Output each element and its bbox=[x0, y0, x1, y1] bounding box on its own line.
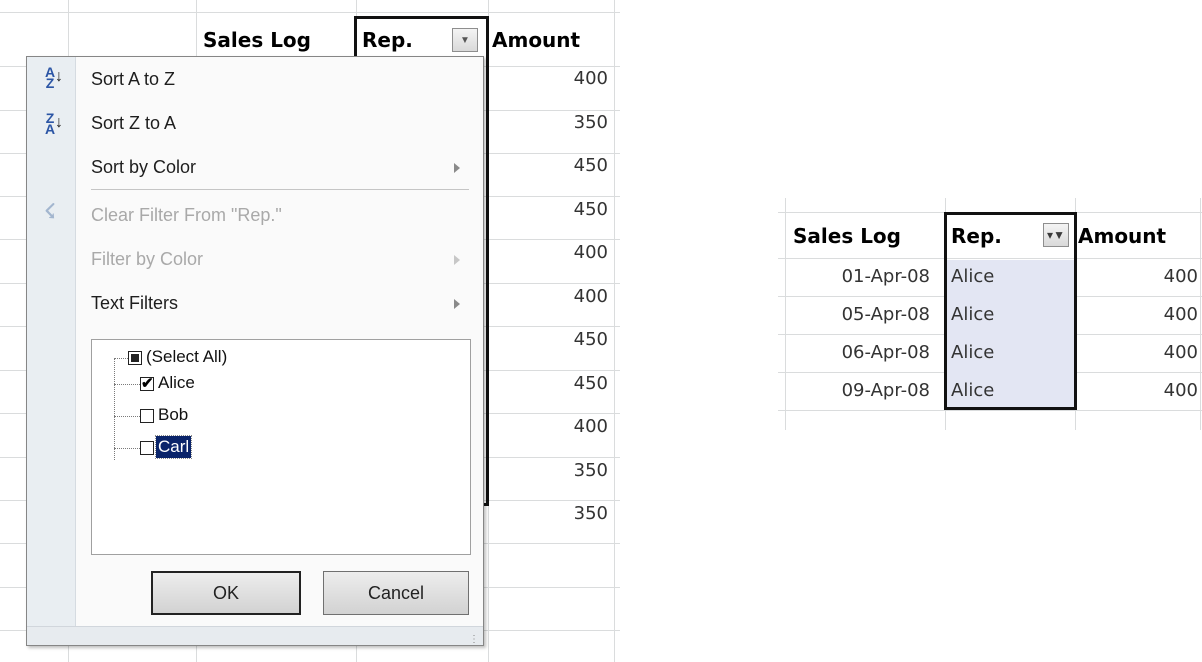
tree-connector bbox=[114, 448, 140, 449]
partial-check-mark bbox=[131, 354, 139, 362]
amount-cell[interactable]: 400 bbox=[1138, 304, 1198, 325]
amount-cell[interactable]: 400 bbox=[1138, 342, 1198, 363]
grid-line bbox=[1200, 198, 1201, 430]
header-amount: Amount bbox=[1078, 224, 1167, 248]
sort-by-color-item[interactable]: Sort by Color bbox=[91, 157, 196, 178]
amount-cell[interactable]: 400 bbox=[1138, 266, 1198, 287]
checkmark-icon: ✔ bbox=[141, 375, 154, 392]
sort-z-to-a-item[interactable]: Sort Z to A bbox=[91, 113, 176, 134]
amount-cell[interactable]: 400 bbox=[1138, 380, 1198, 401]
amount-cell[interactable]: 450 bbox=[538, 155, 608, 176]
tree-connector bbox=[114, 358, 128, 359]
amount-cell[interactable]: 350 bbox=[538, 503, 608, 524]
autofilter-menu: A Z ↓ Z A ↓ ☇ Sort A to Z Sort Z to A Sort b… bbox=[26, 56, 484, 646]
sort-a-to-z-item[interactable]: Sort A to Z bbox=[91, 69, 175, 90]
select-all-checkbox[interactable] bbox=[128, 351, 142, 365]
tree-connector bbox=[114, 416, 140, 417]
clear-filter-icon: ☇ bbox=[44, 201, 56, 223]
tree-connector bbox=[114, 358, 115, 460]
menu-resize-bar: ⋮ bbox=[27, 626, 483, 645]
sort-descending-icon: Z A ↓ bbox=[44, 110, 63, 137]
filter-by-color-item[interactable]: Filter by Color bbox=[91, 249, 203, 270]
header-rep: Rep. bbox=[951, 224, 1002, 248]
menu-icon-gutter bbox=[27, 57, 76, 629]
cancel-button[interactable]: Cancel bbox=[323, 571, 469, 615]
amount-cell[interactable]: 400 bbox=[538, 286, 608, 307]
tree-connector bbox=[114, 384, 140, 385]
menu-separator bbox=[91, 189, 469, 190]
rep-cell[interactable]: Alice bbox=[951, 304, 994, 325]
bob-label: Bob bbox=[158, 405, 189, 424]
carl-checkbox[interactable] bbox=[140, 441, 154, 455]
grid-line bbox=[778, 410, 1202, 411]
header-sales-log: Sales Log bbox=[793, 224, 901, 248]
rep-cell[interactable]: Alice bbox=[951, 380, 994, 401]
amount-cell[interactable]: 350 bbox=[538, 112, 608, 133]
alice-label: Alice bbox=[158, 373, 195, 392]
rep-filter-active-button[interactable]: ▾▼ bbox=[1043, 223, 1069, 247]
bob-checkbox[interactable] bbox=[140, 409, 154, 423]
submenu-arrow-icon bbox=[454, 255, 460, 265]
amount-cell[interactable]: 450 bbox=[538, 199, 608, 220]
clear-filter-item[interactable]: Clear Filter From "Rep." bbox=[91, 205, 282, 226]
rep-cell[interactable]: Alice bbox=[951, 266, 994, 287]
resize-grip-icon[interactable]: ⋮ bbox=[469, 634, 479, 645]
header-sales-log: Sales Log bbox=[203, 28, 311, 52]
amount-cell[interactable]: 400 bbox=[538, 416, 608, 437]
sort-ascending-icon: A Z ↓ bbox=[44, 64, 63, 91]
select-all-label: (Select All) bbox=[146, 347, 228, 366]
header-amount: Amount bbox=[492, 28, 581, 52]
chevron-down-icon: ▼ bbox=[460, 34, 470, 46]
rep-cell[interactable]: Alice bbox=[951, 342, 994, 363]
alice-checkbox[interactable]: ✔ bbox=[140, 375, 154, 392]
submenu-arrow-icon bbox=[454, 163, 460, 173]
grid-line bbox=[614, 0, 615, 662]
date-cell[interactable]: 06-Apr-08 bbox=[800, 342, 930, 363]
amount-cell[interactable]: 400 bbox=[538, 242, 608, 263]
carl-label: Carl bbox=[154, 435, 193, 459]
filter-funnel-icon: ▾▼ bbox=[1047, 228, 1065, 242]
rep-filter-dropdown-button[interactable]: ▼ bbox=[452, 28, 478, 52]
ok-button[interactable]: OK bbox=[151, 571, 301, 615]
date-cell[interactable]: 09-Apr-08 bbox=[800, 380, 930, 401]
grid-line bbox=[0, 12, 620, 13]
date-cell[interactable]: 01-Apr-08 bbox=[800, 266, 930, 287]
text-filters-item[interactable]: Text Filters bbox=[91, 293, 178, 314]
amount-cell[interactable]: 350 bbox=[538, 460, 608, 481]
amount-cell[interactable]: 450 bbox=[538, 329, 608, 350]
amount-cell[interactable]: 450 bbox=[538, 373, 608, 394]
submenu-arrow-icon bbox=[454, 299, 460, 309]
amount-cell[interactable]: 400 bbox=[538, 68, 608, 89]
date-cell[interactable]: 05-Apr-08 bbox=[800, 304, 930, 325]
grid-line bbox=[785, 198, 786, 430]
filter-values-list[interactable]: (Select All) ✔ Alice Bob Carl bbox=[91, 339, 471, 555]
